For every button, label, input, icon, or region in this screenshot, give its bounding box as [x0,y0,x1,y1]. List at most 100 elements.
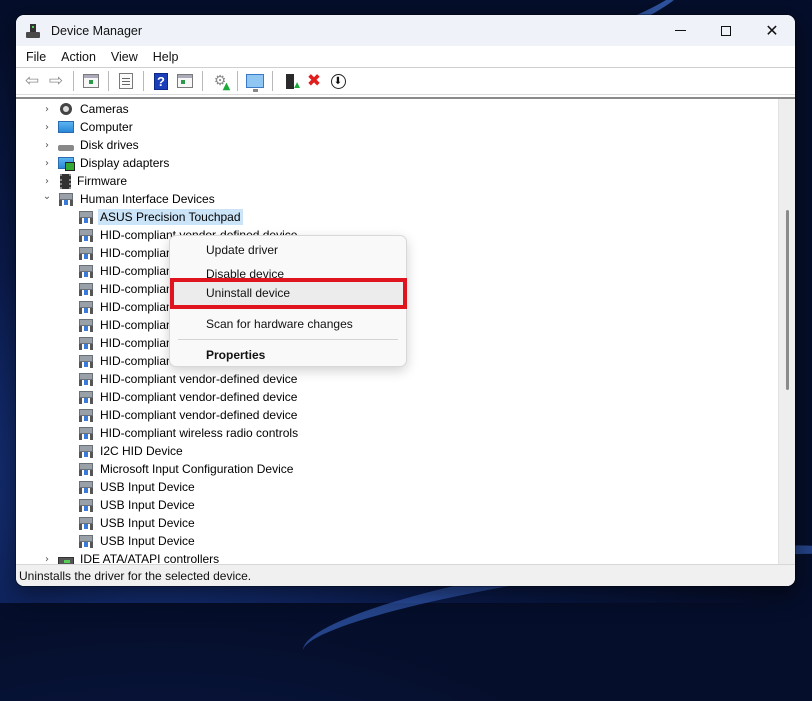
tree-device-item[interactable]: ASUS Precision Touchpad [74,208,243,226]
window-title: Device Manager [51,23,143,38]
hid-icon [78,390,94,404]
chevron-right-icon[interactable]: › [40,104,54,115]
menu-view[interactable]: View [105,50,144,64]
ide-controller-icon [58,557,74,564]
hid-icon [58,192,74,206]
tree-device-label: USB Input Device [100,516,195,530]
forward-button[interactable]: ⇨ [45,70,67,92]
tree-category-label: Human Interface Devices [80,192,215,206]
minimize-button[interactable] [657,15,703,46]
download-button[interactable]: ⬇ [327,70,349,92]
tree-category[interactable]: › Computer [40,118,135,136]
show-action-pane-button[interactable] [174,70,196,92]
menu-file[interactable]: File [20,50,52,64]
menu-help[interactable]: Help [147,50,185,64]
maximize-button[interactable] [703,15,749,46]
update-driver-button[interactable]: ⚙ ▲ [209,70,231,92]
tree-device-label: USB Input Device [100,498,195,512]
show-hide-console-tree-button[interactable] [80,70,102,92]
menu-item-scan-hardware[interactable]: Scan for hardware changes [171,312,405,336]
hid-icon [78,408,94,422]
hid-icon [78,444,94,458]
tree-device-label: USB Input Device [100,480,195,494]
chevron-right-icon[interactable]: › [40,176,54,187]
uninstall-device-icon: ✖ [306,71,322,91]
chevron-down-icon[interactable]: ⌄ [40,191,54,202]
tree-device-label: HID-compliant wireless radio controls [100,426,299,440]
tree-category[interactable]: › Firmware [40,172,129,190]
tree-category[interactable]: › Cameras [40,100,131,118]
hid-icon [78,498,94,512]
context-menu: Update driver Disable device Uninstall d… [169,235,407,367]
display-adapter-icon [58,157,75,171]
chevron-right-icon[interactable]: › [40,140,54,151]
uninstall-device-button[interactable]: ✖ [303,70,325,92]
tree-device-item[interactable]: I2C HID Device [74,442,185,460]
hid-icon [78,372,94,386]
update-driver-icon: ⚙ ▲ [213,73,231,92]
menu-item-properties[interactable]: Properties [171,343,405,367]
firmware-icon [60,173,71,189]
toolbar-separator [143,71,144,91]
forward-arrow-icon: ⇨ [48,71,64,91]
hid-icon [78,282,94,296]
hid-icon [78,300,94,314]
highlight-annotation-box [170,278,407,309]
properties-button[interactable] [115,70,137,92]
tree-device-item[interactable]: Microsoft Input Configuration Device [74,460,295,478]
help-button[interactable]: ? [150,70,172,92]
tree-device-label: Microsoft Input Configuration Device [100,462,294,476]
scrollbar-thumb[interactable] [786,210,789,390]
tree-device-item[interactable]: HID-compliant vendor-defined device [74,406,299,424]
chevron-right-icon[interactable]: › [40,554,54,565]
tree-category[interactable]: › IDE ATA/ATAPI controllers [40,550,221,564]
toolbar-separator [237,71,238,91]
tree-device-item[interactable]: HID-compliant vendor-defined device [74,370,299,388]
show-hide-console-tree-icon [83,74,99,88]
tree-device-item[interactable]: HID-compliant vendor-defined device [74,388,299,406]
hid-icon [78,228,94,242]
hid-icon [78,264,94,278]
menu-action[interactable]: Action [55,50,102,64]
tree-category[interactable]: › Disk drives [40,136,141,154]
toolbar: ⇦ ⇨ ? ⚙ ▲ ▲ ✖ ⬇ [16,68,795,95]
tree-device-item[interactable]: USB Input Device [74,532,197,550]
tree-category-label: Computer [80,120,133,134]
tree-category[interactable]: ⌄ Human Interface Devices [40,190,217,208]
tree-device-item[interactable]: HID-compliant wireless radio controls [74,424,300,442]
menu-item-update-driver[interactable]: Update driver [171,238,405,262]
vertical-scrollbar[interactable] [778,99,795,564]
computer-icon [58,121,74,133]
device-manager-window: Device Manager ✕ File Action View Help ⇦… [16,15,795,586]
scan-hardware-button[interactable] [244,70,266,92]
help-icon: ? [154,72,168,90]
hid-icon [78,336,94,350]
tree-category-label: Cameras [80,102,129,116]
enable-device-icon: ▲ [286,73,302,91]
enable-device-button[interactable]: ▲ [279,70,302,92]
toolbar-separator [202,71,203,91]
tree-category-label: IDE ATA/ATAPI controllers [80,552,220,564]
minimize-icon [674,30,686,31]
toolbar-separator [73,71,74,91]
tree-device-item[interactable]: USB Input Device [74,514,197,532]
hid-icon [78,246,94,260]
chevron-right-icon[interactable]: › [40,158,54,169]
chevron-right-icon[interactable]: › [40,122,54,133]
back-arrow-icon: ⇦ [24,71,40,91]
title-bar[interactable]: Device Manager ✕ [16,15,795,46]
tree-category[interactable]: › Display adapters [40,154,171,172]
menu-separator [178,339,398,340]
tree-device-item[interactable]: USB Input Device [74,478,197,496]
tree-device-label: HID-compliant vendor-defined device [100,390,298,404]
status-bar: Uninstalls the driver for the selected d… [16,564,795,586]
properties-icon [119,73,133,89]
close-icon: ✕ [765,20,779,40]
disk-drive-icon [58,145,74,151]
back-button[interactable]: ⇦ [21,70,43,92]
toolbar-separator [108,71,109,91]
hid-icon [78,318,94,332]
maximize-icon [721,25,731,36]
close-button[interactable]: ✕ [749,15,795,46]
tree-device-item[interactable]: USB Input Device [74,496,197,514]
